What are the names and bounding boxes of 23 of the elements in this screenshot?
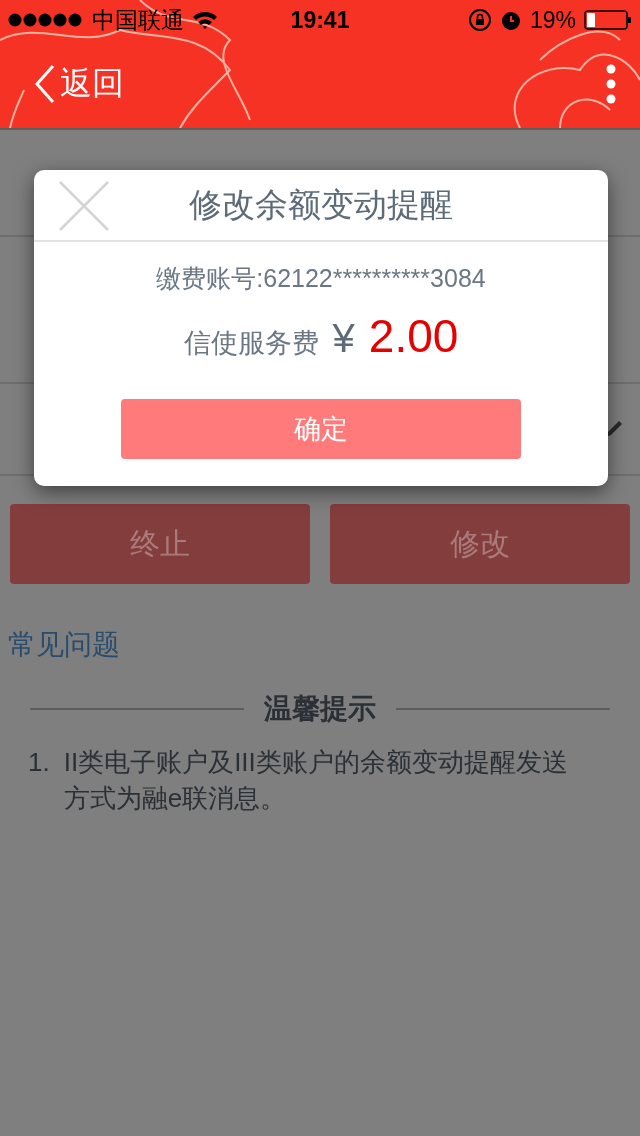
tips-title: 温馨提示: [264, 692, 376, 726]
fee-amount: 2.00: [368, 309, 459, 363]
action-button[interactable]: 终止: [10, 504, 310, 584]
tip-text: II类电子账户及III类账户的余额变动提醒发送方式为融e联消息。: [63, 746, 569, 815]
wifi-icon: [192, 10, 218, 30]
signal-icon: [8, 13, 84, 27]
alarm-icon: [499, 9, 522, 31]
clock-time: 19:41: [290, 6, 350, 34]
confirm-button[interactable]: 确定: [121, 399, 521, 459]
carrier-name: 中国联通: [92, 5, 184, 35]
dialog-title: 修改余额变动提醒: [189, 184, 453, 225]
currency-symbol: ¥: [332, 316, 355, 361]
rotation-lock-icon: [467, 8, 492, 32]
faq-link[interactable]: 常见问题: [8, 626, 120, 664]
back-link[interactable]: 返回: [34, 62, 124, 106]
action-button[interactable]: 修改: [330, 504, 630, 584]
more-icon[interactable]: [606, 64, 616, 104]
battery-icon: [584, 10, 632, 30]
back-chevron-icon: [34, 64, 56, 104]
fee-label: 信使服务费: [183, 327, 319, 360]
account-number: 缴费账号:62122**********3084: [155, 263, 487, 294]
tip-number: 1.: [28, 746, 50, 779]
battery-percent: 19%: [529, 6, 576, 34]
